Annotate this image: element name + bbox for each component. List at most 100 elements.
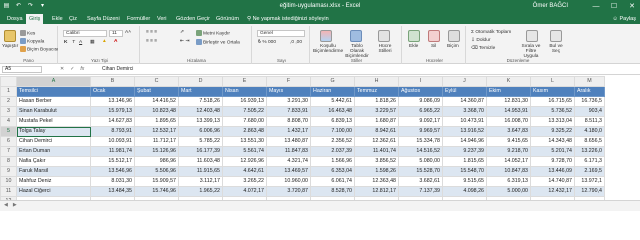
- format-cells-button[interactable]: Biçim: [447, 44, 459, 49]
- table-cell[interactable]: 13.484,35: [90, 186, 135, 197]
- name-box[interactable]: A5: [2, 66, 42, 73]
- table-cell[interactable]: Tolga Talay: [16, 126, 91, 137]
- format-cells-icon[interactable]: [448, 30, 460, 42]
- row-header[interactable]: 5: [0, 126, 17, 137]
- clear-button[interactable]: ⌫ Temizle: [471, 46, 495, 51]
- sort-filter-button[interactable]: Sırala ve Filtre Uygula: [518, 44, 544, 59]
- column-header[interactable]: C: [134, 76, 179, 87]
- table-cell[interactable]: 2.169,5: [574, 166, 605, 177]
- table-cell[interactable]: 12.790,4: [574, 186, 605, 197]
- table-cell[interactable]: 1.965,22: [178, 186, 223, 197]
- table-cell[interactable]: Aralık: [574, 86, 605, 97]
- row-header[interactable]: 9: [0, 166, 17, 177]
- table-cell[interactable]: 9.237,39: [442, 146, 487, 157]
- table-cell[interactable]: 15.746,96: [134, 186, 179, 197]
- table-cell[interactable]: 15.126,96: [134, 146, 179, 157]
- table-cell[interactable]: 6.061,74: [310, 176, 355, 187]
- column-header[interactable]: A: [16, 76, 91, 87]
- number-format-select[interactable]: Genel: [257, 30, 305, 37]
- table-cell[interactable]: 3.368,70: [442, 106, 487, 117]
- table-cell[interactable]: 9.086,09: [398, 96, 443, 107]
- table-cell[interactable]: 6.839,13: [310, 116, 355, 127]
- table-cell[interactable]: Şubat: [134, 86, 179, 97]
- tab-home[interactable]: Giriş: [26, 14, 44, 24]
- table-cell[interactable]: 7.505,22: [222, 106, 267, 117]
- conditional-formatting-icon[interactable]: [320, 30, 332, 42]
- table-cell[interactable]: 9.218,70: [486, 146, 531, 157]
- table-cell[interactable]: 9.515,65: [442, 176, 487, 187]
- table-cell[interactable]: 11.712,17: [134, 136, 179, 147]
- table-cell[interactable]: 13.399,13: [178, 116, 223, 127]
- table-cell[interactable]: 3.265,22: [222, 176, 267, 187]
- table-cell[interactable]: 12.362,61: [354, 136, 399, 147]
- table-cell[interactable]: 13.469,57: [266, 166, 311, 177]
- table-cell[interactable]: 14.343,48: [530, 136, 575, 147]
- table-cell[interactable]: 10.960,00: [266, 176, 311, 187]
- table-cell[interactable]: Nisan: [222, 86, 267, 97]
- next-sheet-icon[interactable]: ▶: [13, 202, 17, 208]
- conditional-formatting-button[interactable]: Koşullu Biçimlendirme: [313, 44, 343, 54]
- column-header[interactable]: H: [354, 76, 399, 87]
- table-cell[interactable]: 1.566,96: [310, 156, 355, 167]
- table-cell[interactable]: 16.177,39: [178, 146, 223, 157]
- table-cell[interactable]: 9.415,65: [486, 136, 531, 147]
- wrap-text-button[interactable]: Metni Kaydır: [196, 30, 230, 36]
- tab-page-layout[interactable]: Sayfa Düzeni: [84, 14, 123, 24]
- decimal-icon[interactable]: ,0 ,00: [290, 40, 302, 45]
- currency-icon[interactable]: ₺ % 000: [258, 40, 276, 45]
- orientation-icon[interactable]: ⇗: [180, 30, 184, 35]
- tab-view[interactable]: Görünüm: [213, 14, 242, 24]
- table-cell[interactable]: 14.052,17: [486, 156, 531, 167]
- tab-formulas[interactable]: Formüller: [124, 14, 153, 24]
- table-cell[interactable]: Faruk Marsil: [16, 166, 91, 177]
- table-cell[interactable]: 11.401,74: [354, 146, 399, 157]
- table-cell[interactable]: 9.325,22: [530, 126, 575, 137]
- table-cell[interactable]: Haziran: [310, 86, 355, 97]
- tab-review[interactable]: Gözden Geçir: [173, 14, 213, 24]
- table-cell[interactable]: 9.092,17: [398, 116, 443, 127]
- row-header[interactable]: 11: [0, 186, 17, 197]
- table-cell[interactable]: Hazal Ciğerci: [16, 186, 91, 197]
- table-cell[interactable]: Sinan Karabulut: [16, 106, 91, 117]
- underline-button[interactable]: A: [79, 40, 82, 45]
- column-header[interactable]: M: [574, 76, 605, 87]
- function-icon[interactable]: fx: [80, 66, 84, 72]
- table-cell[interactable]: 8.511,3: [574, 116, 605, 127]
- table-cell[interactable]: 8.942,61: [354, 126, 399, 137]
- table-cell[interactable]: 1.895,65: [134, 116, 179, 127]
- column-header[interactable]: D: [178, 76, 223, 87]
- table-cell[interactable]: 9.969,57: [398, 126, 443, 137]
- table-cell[interactable]: 14.627,83: [90, 116, 135, 127]
- tab-data[interactable]: Veri: [154, 14, 169, 24]
- table-cell[interactable]: 3.647,83: [486, 126, 531, 137]
- column-header[interactable]: K: [486, 76, 531, 87]
- table-cell[interactable]: 5.442,61: [310, 96, 355, 107]
- table-cell[interactable]: 1.680,87: [354, 116, 399, 127]
- table-cell[interactable]: 14.953,91: [486, 106, 531, 117]
- user-name[interactable]: Ömer BAĞCI: [533, 3, 568, 9]
- table-cell[interactable]: 8.656,5: [574, 136, 605, 147]
- font-size-select[interactable]: 11: [109, 30, 123, 37]
- table-cell[interactable]: 10.847,83: [486, 166, 531, 177]
- cell-styles-button[interactable]: Hücre Stilleri: [372, 44, 398, 54]
- row-header[interactable]: 7: [0, 146, 17, 157]
- table-cell[interactable]: 2.356,52: [310, 136, 355, 147]
- table-cell[interactable]: 12.363,48: [354, 176, 399, 187]
- table-cell[interactable]: 10.093,91: [90, 136, 135, 147]
- column-header[interactable]: J: [442, 76, 487, 87]
- table-cell[interactable]: 4.321,74: [266, 156, 311, 167]
- column-header[interactable]: L: [530, 76, 575, 87]
- table-cell[interactable]: 4.072,17: [222, 186, 267, 197]
- insert-cells-icon[interactable]: [408, 30, 420, 42]
- font-color-icon[interactable]: A: [114, 39, 117, 44]
- tab-draw[interactable]: Çiz: [66, 14, 80, 24]
- format-painter-button[interactable]: Biçim Boyacısı: [20, 46, 58, 52]
- table-cell[interactable]: 7.680,00: [222, 116, 267, 127]
- table-cell[interactable]: Ocak: [90, 86, 135, 97]
- row-header[interactable]: 2: [0, 96, 17, 107]
- table-cell[interactable]: 2.863,48: [222, 126, 267, 137]
- table-cell[interactable]: 1.818,26: [354, 96, 399, 107]
- table-cell[interactable]: Ağustos: [398, 86, 443, 97]
- table-cell[interactable]: 5.000,00: [486, 186, 531, 197]
- table-cell[interactable]: 13.546,96: [90, 166, 135, 177]
